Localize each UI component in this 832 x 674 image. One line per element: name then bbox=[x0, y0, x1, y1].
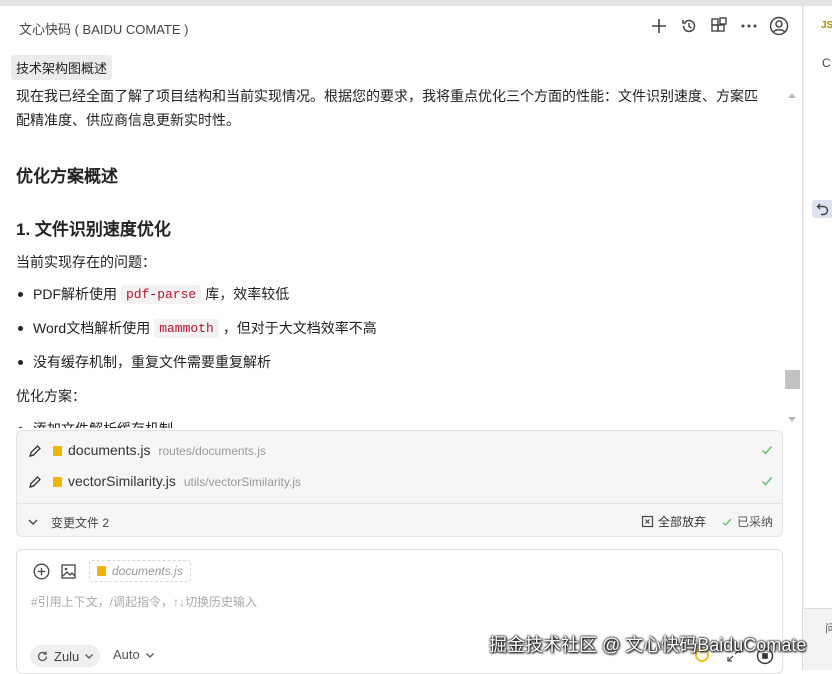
section-title: 优化方案概述 bbox=[16, 167, 118, 186]
more-options-icon[interactable] bbox=[738, 15, 760, 37]
scroll-down-arrow-icon[interactable] bbox=[788, 417, 796, 422]
accepted-check-icon bbox=[760, 443, 774, 462]
undo-icon[interactable] bbox=[812, 200, 832, 218]
editor-side-panel: JS C 问 bbox=[802, 6, 832, 670]
mode-name: Auto bbox=[113, 647, 140, 662]
plugins-grid-icon[interactable] bbox=[708, 15, 730, 37]
js-file-icon bbox=[53, 446, 62, 456]
bullet-dot bbox=[18, 426, 23, 428]
list-item: 没有缓存机制，重复文件需要重复解析 bbox=[16, 352, 271, 372]
new-chat-plus-icon[interactable] bbox=[648, 15, 670, 37]
app-title: 文心快码 ( BAIDU COMATE ) bbox=[19, 22, 189, 37]
header-actions bbox=[648, 15, 790, 37]
editor-text-fragment: C bbox=[822, 56, 831, 70]
inline-code: mammoth bbox=[154, 318, 219, 338]
history-icon[interactable] bbox=[678, 15, 700, 37]
model-name: Zulu bbox=[54, 648, 80, 664]
discard-icon bbox=[641, 515, 654, 528]
list-item-text: PDF解析使用 bbox=[33, 286, 117, 302]
edit-pencil-icon[interactable] bbox=[27, 474, 43, 490]
bullet-dot bbox=[18, 291, 23, 297]
changed-file-row[interactable]: vectorSimilarity.js utils/vectorSimilarit… bbox=[17, 467, 782, 497]
list-item-text: 没有缓存机制，重复文件需要重复解析 bbox=[33, 354, 271, 370]
discard-all-label: 全部放弃 bbox=[658, 515, 707, 529]
list-item-text: Word文档解析使用 bbox=[33, 320, 151, 336]
chevron-down-icon bbox=[145, 652, 154, 658]
intro-paragraph: 现在我已经全面了解了项目结构和当前实现情况。根据您的要求，我将重点优化三个方面的… bbox=[16, 88, 758, 128]
list-item-text: 库，效率较低 bbox=[205, 286, 290, 302]
editor-tab-js[interactable]: JS bbox=[804, 6, 832, 42]
list-item: Word文档解析使用 mammoth ，但对于大文档效率不高 bbox=[16, 318, 377, 338]
bullet-dot bbox=[18, 359, 23, 365]
bullet-dot bbox=[18, 325, 23, 331]
chevron-down-icon bbox=[85, 654, 94, 659]
list-item: PDF解析使用 pdf-parse 库，效率较低 bbox=[16, 284, 289, 304]
js-file-icon bbox=[53, 477, 62, 487]
accepted-status: 已采纳 bbox=[721, 513, 773, 530]
chevron-down-icon[interactable] bbox=[27, 515, 39, 533]
image-upload-icon[interactable] bbox=[60, 563, 77, 585]
file-name: documents.js bbox=[68, 442, 151, 458]
add-context-plus-icon[interactable] bbox=[33, 563, 50, 585]
model-selector[interactable]: Zulu bbox=[30, 645, 101, 667]
panel-header: 文心快码 ( BAIDU COMATE ) bbox=[0, 6, 802, 48]
file-name-wrap: vectorSimilarity.js utils/vectorSimilarit… bbox=[68, 473, 301, 489]
subsection-title: 1. 文件识别速度优化 bbox=[16, 220, 171, 239]
scroll-up-arrow-icon[interactable] bbox=[788, 93, 796, 98]
check-icon bbox=[722, 518, 732, 526]
account-icon[interactable] bbox=[768, 15, 790, 37]
edit-pencil-icon[interactable] bbox=[27, 443, 43, 459]
refresh-icon bbox=[37, 651, 48, 661]
changed-files-panel: documents.js routes/documents.js vectorSi… bbox=[16, 430, 783, 537]
file-path: routes/documents.js bbox=[158, 444, 266, 458]
attached-file-name: documents.js bbox=[112, 564, 183, 578]
attached-file-chip[interactable]: documents.js bbox=[89, 560, 191, 582]
file-path: utils/vectorSimilarity.js bbox=[183, 475, 302, 489]
conversation-title-chip[interactable]: 技术架构图概述 bbox=[11, 55, 113, 80]
discard-all-button[interactable]: 全部放弃 bbox=[641, 513, 706, 530]
inline-code: pdf-parse bbox=[121, 284, 202, 304]
accepted-label: 已采纳 bbox=[737, 515, 774, 529]
assistant-message: 现在我已经全面了解了项目结构和当前实现情况。根据您的要求，我将重点优化三个方面的… bbox=[16, 86, 781, 428]
watermark: 掘金技术社区 @ 文心快码BaiduComate bbox=[489, 635, 807, 655]
side-panel-bottom-text: 问 bbox=[825, 623, 832, 635]
accepted-check-icon bbox=[760, 474, 774, 493]
list-item: 添加文件解析缓存机制 bbox=[16, 419, 173, 428]
list-item-text: ，但对于大文档效率不高 bbox=[222, 320, 377, 336]
file-name: vectorSimilarity.js bbox=[68, 473, 176, 489]
problems-label: 当前实现存在的问题： bbox=[16, 254, 156, 270]
scrollbar-thumb[interactable] bbox=[785, 370, 800, 389]
file-name-wrap: documents.js routes/documents.js bbox=[68, 442, 266, 458]
chat-input-placeholder[interactable]: #引用上下文，/调起指令，↑↓切换历史输入 bbox=[31, 593, 257, 610]
changed-files-count[interactable]: 变更文件 2 bbox=[51, 514, 109, 531]
js-file-icon bbox=[97, 566, 106, 576]
list-item-text: 添加文件解析缓存机制 bbox=[33, 419, 173, 428]
changes-footer: 变更文件 2 全部放弃 已采纳 bbox=[17, 504, 782, 538]
changed-file-row[interactable]: documents.js routes/documents.js bbox=[17, 436, 782, 466]
mode-selector[interactable]: Auto bbox=[113, 647, 155, 662]
solution-label: 优化方案： bbox=[16, 388, 86, 404]
editor-pane: C bbox=[804, 42, 832, 609]
